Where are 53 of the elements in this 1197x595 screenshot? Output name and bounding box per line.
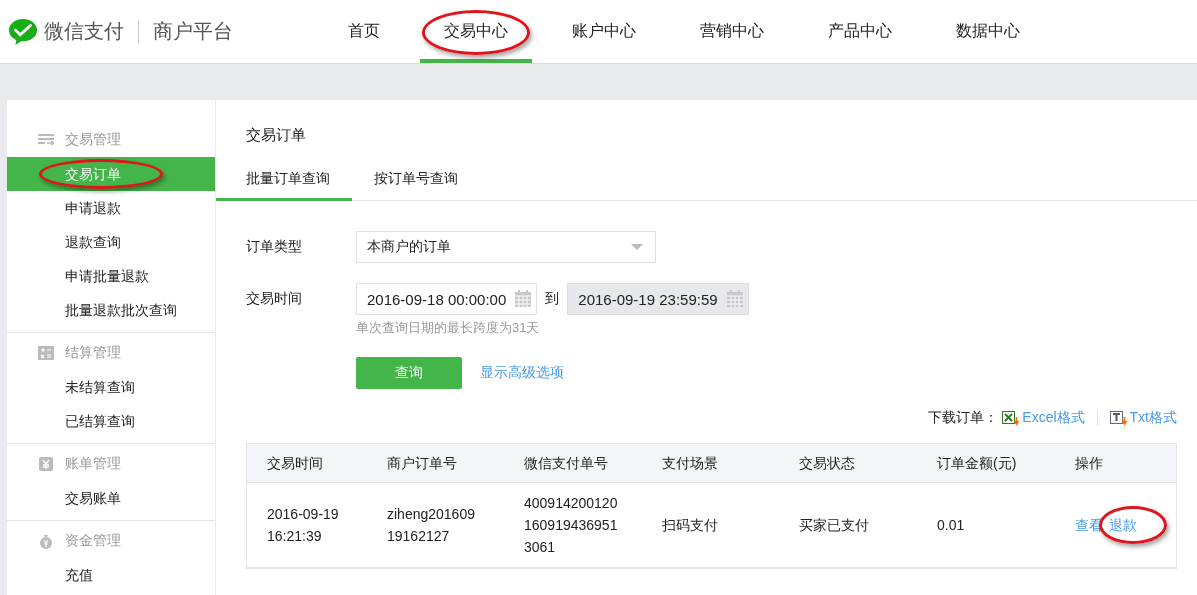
nav-tab[interactable]: 数据中心 bbox=[932, 4, 1044, 63]
brand-subtitle: 商户平台 bbox=[153, 19, 233, 44]
brand-name: 微信支付 bbox=[44, 19, 124, 44]
sidebar-item[interactable]: 交易账单 bbox=[7, 481, 215, 515]
caret-icon bbox=[631, 244, 643, 250]
sidebar-item[interactable]: 批量退款批次查询 bbox=[7, 293, 215, 327]
table-cell-text: 买家已支付 bbox=[799, 516, 870, 535]
column-header: 交易状态 bbox=[799, 454, 856, 473]
sidebar-group-title: 资金管理 bbox=[65, 532, 121, 550]
calculator-icon bbox=[38, 345, 54, 361]
table-cell-text: 2016-09-19 16:21:39 bbox=[267, 505, 340, 546]
field-label: 订单类型 bbox=[246, 238, 303, 256]
chat-bubble-check-icon bbox=[8, 17, 38, 46]
sidebar-group-title: 结算管理 bbox=[65, 344, 121, 362]
sidebar-group-title: 账单管理 bbox=[65, 455, 121, 473]
column-header: 操作 bbox=[1075, 454, 1104, 473]
text-file-download-icon bbox=[1109, 410, 1128, 426]
nav-tab[interactable]: 交易中心 bbox=[420, 4, 532, 63]
table-cell-text: ziheng201609 19162127 bbox=[387, 505, 476, 546]
spreadsheet-download-icon bbox=[1002, 410, 1021, 426]
yuan-bill-icon bbox=[38, 456, 54, 472]
sidebar-item[interactable]: 退款查询 bbox=[7, 225, 215, 259]
table-cell-text: 400914200120 160919436951 3061 bbox=[524, 494, 619, 557]
sidebar-item[interactable]: 充值 bbox=[7, 558, 215, 592]
column-header: 商户订单号 bbox=[387, 454, 458, 473]
nav-tab[interactable]: 首页 bbox=[324, 4, 404, 63]
tab[interactable]: 批量订单查询 bbox=[216, 158, 352, 201]
column-header: 交易时间 bbox=[267, 454, 324, 473]
range-separator: 到 bbox=[545, 290, 560, 308]
sidebar-item[interactable]: 申请退款 bbox=[7, 191, 215, 225]
tab[interactable]: 按订单号查询 bbox=[352, 158, 480, 201]
sidebar-item[interactable]: 已结算查询 bbox=[7, 404, 215, 438]
card-list-icon bbox=[38, 132, 54, 148]
date-field[interactable]: 2016-09-18 00:00:00 bbox=[356, 283, 538, 315]
calendar-icon bbox=[725, 290, 744, 308]
nav-tab[interactable]: 营销中心 bbox=[676, 4, 788, 63]
column-header: 订单金额(元) bbox=[937, 454, 1018, 473]
table-cell-text: 0.01 bbox=[937, 516, 966, 535]
order-type-dropdown[interactable]: 本商户的订单 bbox=[356, 231, 656, 263]
field-label: 交易时间 bbox=[246, 290, 303, 308]
column-header: 支付场景 bbox=[662, 454, 719, 473]
sidebar-item[interactable]: 申请批量退款 bbox=[7, 259, 215, 293]
sidebar-item[interactable]: 未结算查询 bbox=[7, 370, 215, 404]
calendar-icon bbox=[514, 290, 533, 308]
money-bag-icon bbox=[38, 533, 54, 549]
column-header: 微信支付单号 bbox=[524, 454, 609, 473]
table-cell-text: 扫码支付 bbox=[662, 516, 719, 535]
download-label: 下载订单： bbox=[928, 409, 999, 427]
hint-text: 单次查询日期的最长跨度为31天 bbox=[355, 319, 541, 337]
nav-tab[interactable]: 账户中心 bbox=[548, 4, 660, 63]
sidebar-group-title: 交易管理 bbox=[65, 131, 121, 149]
nav-tab[interactable]: 产品中心 bbox=[804, 4, 916, 63]
page-title: 交易订单 bbox=[245, 126, 307, 145]
